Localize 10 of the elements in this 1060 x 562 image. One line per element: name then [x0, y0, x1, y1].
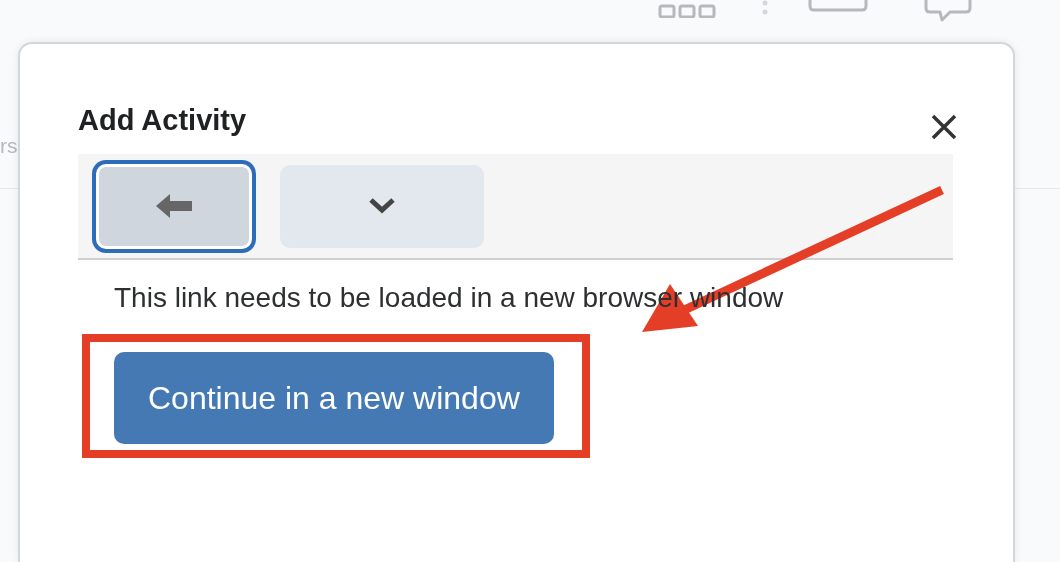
message-icon[interactable]: [808, 0, 868, 12]
continue-button[interactable]: Continue in a new window: [114, 352, 554, 444]
chat-icon[interactable]: [924, 0, 972, 22]
dialog-title: Add Activity: [78, 103, 247, 137]
page-text: rs: [0, 133, 18, 159]
chevron-down-icon: [368, 197, 396, 215]
back-arrow-icon: [156, 194, 192, 218]
more-icon[interactable]: [762, 0, 768, 16]
back-button[interactable]: [92, 159, 256, 253]
dropdown-button[interactable]: [280, 164, 484, 248]
